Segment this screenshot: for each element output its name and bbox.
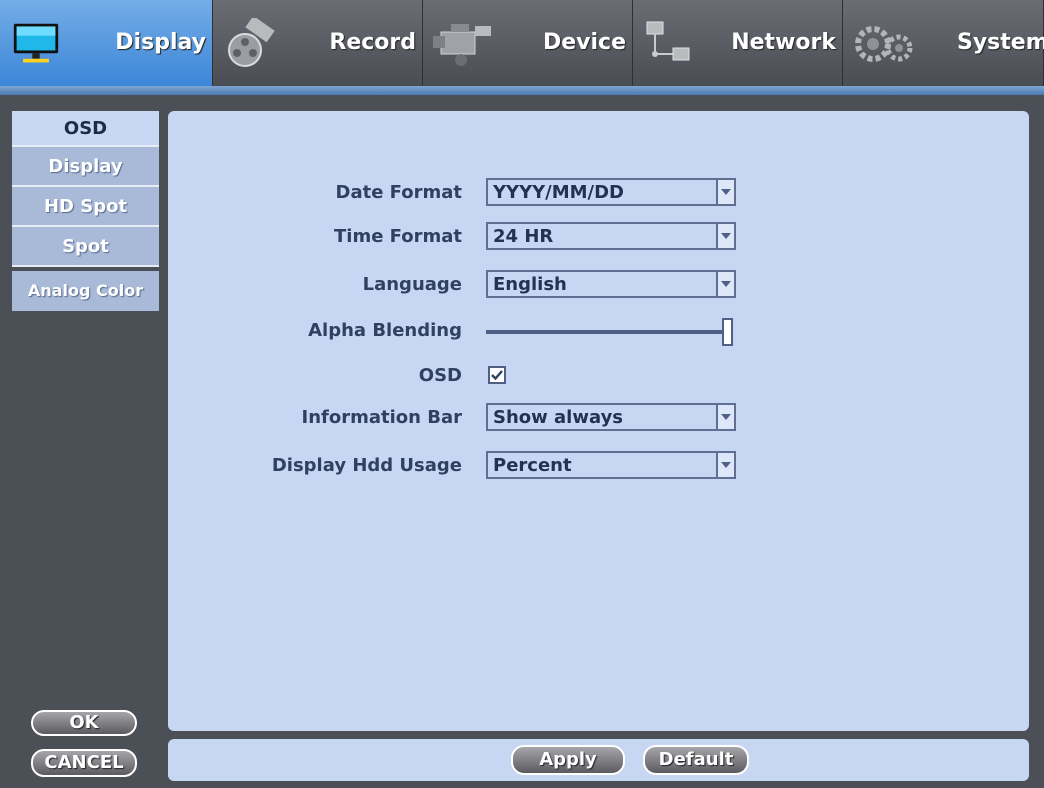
date-format-row: Date Format YYYY/MM/DD — [168, 178, 1029, 210]
alpha-blending-row: Alpha Blending — [168, 316, 1029, 348]
film-reel-icon — [228, 18, 275, 67]
language-label: Language — [362, 274, 462, 295]
language-row: Language English — [168, 270, 1029, 302]
chevron-down-icon[interactable] — [716, 272, 734, 296]
tab-underline — [0, 86, 1044, 95]
tab-system[interactable]: System — [843, 0, 1044, 86]
network-icon — [646, 21, 690, 61]
information-bar-select[interactable]: Show always — [486, 403, 736, 431]
sidebar-item-display[interactable]: Display — [12, 147, 159, 187]
tab-system-label: System — [957, 30, 1044, 55]
sidebar-item-osd[interactable]: OSD — [12, 111, 159, 147]
tab-display[interactable]: Display — [0, 0, 213, 86]
display-hdd-usage-select[interactable]: Percent — [486, 451, 736, 479]
osd-checkbox[interactable] — [488, 366, 506, 384]
date-format-label: Date Format — [335, 182, 462, 203]
display-hdd-usage-value: Percent — [493, 455, 572, 476]
alpha-blending-slider-thumb[interactable] — [722, 318, 733, 346]
action-bar: Apply Default — [168, 739, 1029, 781]
date-format-value: YYYY/MM/DD — [493, 182, 624, 203]
tab-network-label: Network — [731, 30, 836, 55]
time-format-row: Time Format 24 HR — [168, 222, 1029, 254]
tab-record[interactable]: Record — [213, 0, 423, 86]
tab-device[interactable]: Device — [423, 0, 633, 86]
osd-settings-panel: Date Format YYYY/MM/DD Time Format 24 HR… — [168, 111, 1029, 731]
sidebar-item-spot[interactable]: Spot — [12, 227, 159, 267]
cancel-button[interactable]: CANCEL — [31, 749, 137, 777]
apply-button[interactable]: Apply — [511, 745, 625, 775]
tab-record-label: Record — [329, 30, 416, 55]
ok-button[interactable]: OK — [31, 710, 137, 736]
alpha-blending-label: Alpha Blending — [308, 320, 462, 341]
language-select[interactable]: English — [486, 270, 736, 298]
tab-device-label: Device — [542, 30, 626, 55]
display-hdd-usage-label: Display Hdd Usage — [271, 455, 462, 476]
tab-network[interactable]: Network — [633, 0, 843, 86]
information-bar-label: Information Bar — [301, 407, 462, 428]
osd-label: OSD — [418, 365, 462, 386]
sidebar-item-analog-color[interactable]: Analog Color — [12, 271, 159, 311]
information-bar-value: Show always — [493, 407, 624, 428]
information-bar-row: Information Bar Show always — [168, 403, 1029, 435]
date-format-select[interactable]: YYYY/MM/DD — [486, 178, 736, 206]
language-value: English — [493, 274, 567, 295]
time-format-label: Time Format — [334, 226, 462, 247]
tab-display-label: Display — [115, 30, 206, 55]
chevron-down-icon[interactable] — [716, 224, 734, 248]
gears-icon — [855, 26, 913, 62]
chevron-down-icon[interactable] — [716, 453, 734, 477]
top-tab-bar: Display Record Device Network System — [0, 0, 1044, 95]
alpha-blending-slider-track[interactable] — [486, 330, 726, 334]
content-frame: OSD Display HD Spot Spot Analog Color Da… — [0, 95, 1044, 788]
time-format-select[interactable]: 24 HR — [486, 222, 736, 250]
default-button[interactable]: Default — [643, 745, 749, 775]
monitor-icon — [13, 23, 59, 63]
display-hdd-usage-row: Display Hdd Usage Percent — [168, 451, 1029, 483]
camcorder-icon — [433, 24, 491, 66]
sidebar-item-hd-spot[interactable]: HD Spot — [12, 187, 159, 227]
checkmark-icon — [491, 370, 503, 381]
chevron-down-icon[interactable] — [716, 405, 734, 429]
osd-row: OSD — [168, 361, 1029, 393]
chevron-down-icon[interactable] — [716, 180, 734, 204]
time-format-value: 24 HR — [493, 226, 554, 247]
